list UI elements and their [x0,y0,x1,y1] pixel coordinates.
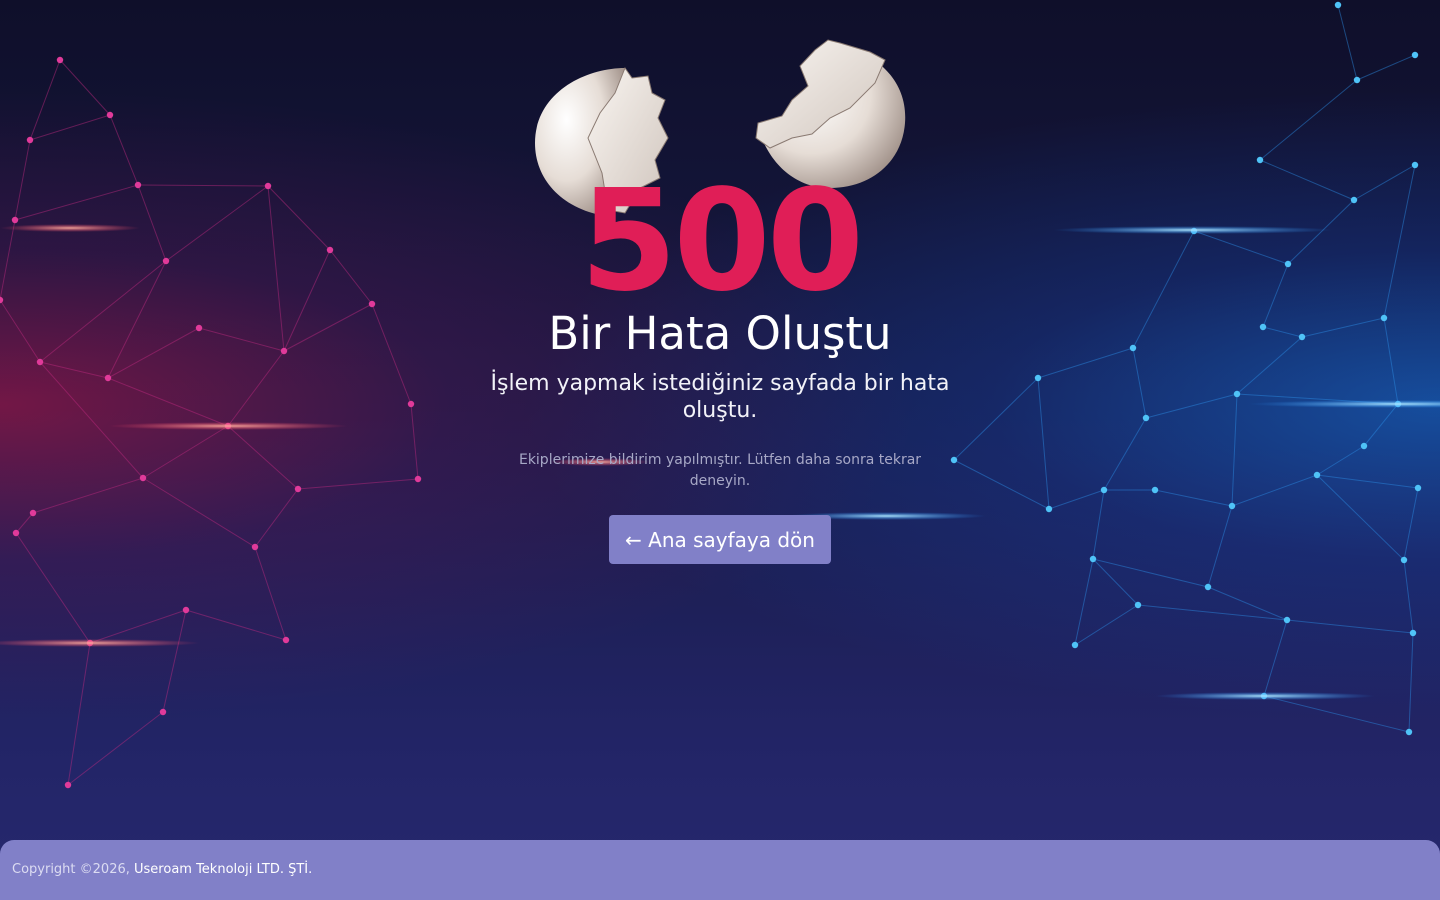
back-to-home-button[interactable]: ← Ana sayfaya dön [609,515,831,564]
footer-copyright: Copyright ©2026, [12,862,135,877]
error-subtitle: İşlem yapmak istediğiniz sayfada bir hat… [490,371,950,423]
error-code: 500 [579,160,864,323]
footer: Copyright ©2026, Useroam Teknoloji LTD. … [0,840,1440,900]
footer-company-link[interactable]: Useroam Teknoloji LTD. ŞTİ. [134,862,312,877]
error-title: Bir Hata Oluştu [548,307,892,360]
error-note: Ekiplerimize bildirim yapılmıştır. Lütfe… [518,452,922,489]
